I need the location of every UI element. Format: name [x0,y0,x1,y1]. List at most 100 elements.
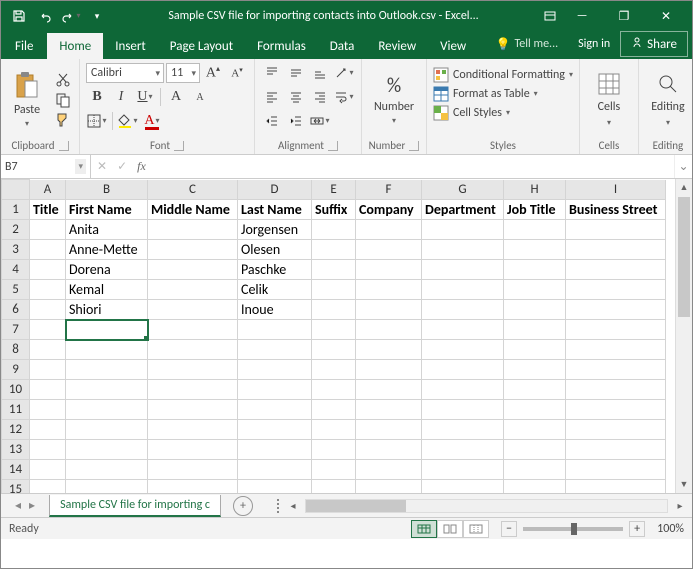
cell-B11[interactable] [66,400,148,420]
cell-F6[interactable] [356,300,422,320]
cell-A4[interactable] [30,260,66,280]
cell-D8[interactable] [238,340,312,360]
cut-button[interactable] [55,72,73,88]
cell-I12[interactable] [566,420,666,440]
cell-D9[interactable] [238,360,312,380]
cell-I8[interactable] [566,340,666,360]
horizontal-scrollbar[interactable]: ◂ ▸ [273,499,692,513]
cell-D14[interactable] [238,460,312,480]
cell-A15[interactable] [30,480,66,494]
cell-C6[interactable] [148,300,238,320]
sheet-nav-prev[interactable]: ◂ [15,498,21,513]
cell-F10[interactable] [356,380,422,400]
cell-C11[interactable] [148,400,238,420]
align-center-button[interactable] [285,87,307,107]
cell-B9[interactable] [66,360,148,380]
cell-H6[interactable] [504,300,566,320]
undo-icon[interactable] [33,5,57,27]
cell-F5[interactable] [356,280,422,300]
cell-I1[interactable]: Business Street [566,200,666,220]
cell-B8[interactable] [66,340,148,360]
cell-B15[interactable] [66,480,148,494]
cell-D5[interactable]: Celik [238,280,312,300]
cell-E13[interactable] [312,440,356,460]
cell-H11[interactable] [504,400,566,420]
column-header-A[interactable]: A [30,180,66,200]
row-header-15[interactable]: 15 [2,480,30,494]
number-launcher[interactable] [409,141,419,151]
row-header-8[interactable]: 8 [2,340,30,360]
tab-split-handle[interactable] [277,499,281,513]
cell-H1[interactable]: Job Title [504,200,566,220]
cell-F4[interactable] [356,260,422,280]
normal-view-button[interactable] [411,520,437,538]
font-launcher[interactable] [174,141,184,151]
conditional-formatting-button[interactable]: Conditional Formatting▾ [433,67,573,83]
vscroll-thumb[interactable] [678,197,690,317]
clipboard-launcher[interactable] [59,141,69,151]
restore-button[interactable]: ❐ [604,3,644,29]
cell-F14[interactable] [356,460,422,480]
cell-G8[interactable] [422,340,504,360]
tab-formulas[interactable]: Formulas [245,33,318,59]
row-header-11[interactable]: 11 [2,400,30,420]
cell-F8[interactable] [356,340,422,360]
decrease-font-alt[interactable]: A [189,87,211,107]
cell-H9[interactable] [504,360,566,380]
cell-A11[interactable] [30,400,66,420]
cell-A9[interactable] [30,360,66,380]
decrease-font-button[interactable]: A▾ [226,63,248,83]
number-text[interactable]: Number [374,100,414,114]
hscroll-thumb[interactable] [306,500,406,512]
cell-A8[interactable] [30,340,66,360]
zoom-level[interactable]: 100% [657,522,684,536]
cell-F9[interactable] [356,360,422,380]
column-header-H[interactable]: H [504,180,566,200]
vertical-scrollbar[interactable]: ▲ ▼ [675,179,692,493]
ribbon-options-icon[interactable] [538,5,562,27]
cell-I14[interactable] [566,460,666,480]
cancel-formula-button[interactable]: ✕ [97,159,107,174]
cell-E4[interactable] [312,260,356,280]
close-button[interactable]: ✕ [646,3,686,29]
cell-I6[interactable] [566,300,666,320]
cell-G4[interactable] [422,260,504,280]
cell-B6[interactable]: Shiori [66,300,148,320]
cell-H7[interactable] [504,320,566,340]
align-top-button[interactable] [261,63,283,83]
cell-G9[interactable] [422,360,504,380]
tab-review[interactable]: Review [366,33,428,59]
cell-H5[interactable] [504,280,566,300]
align-left-button[interactable] [261,87,283,107]
cell-C1[interactable]: Middle Name [148,200,238,220]
cell-F2[interactable] [356,220,422,240]
cell-E2[interactable] [312,220,356,240]
sign-in-link[interactable]: Sign in [568,37,620,51]
row-header-5[interactable]: 5 [2,280,30,300]
cell-A2[interactable] [30,220,66,240]
zoom-in-button[interactable]: + [629,521,645,537]
cell-H10[interactable] [504,380,566,400]
tab-view[interactable]: View [428,33,478,59]
cell-C9[interactable] [148,360,238,380]
italic-button[interactable]: I [110,87,132,107]
font-size-select[interactable]: 11 [166,63,200,83]
cell-G15[interactable] [422,480,504,494]
cell-H15[interactable] [504,480,566,494]
cell-E1[interactable]: Suffix [312,200,356,220]
select-all-corner[interactable] [2,180,30,200]
cell-E8[interactable] [312,340,356,360]
cell-F1[interactable]: Company [356,200,422,220]
cell-E6[interactable] [312,300,356,320]
cell-A10[interactable] [30,380,66,400]
bold-button[interactable]: B [86,87,108,107]
cell-H8[interactable] [504,340,566,360]
cell-D10[interactable] [238,380,312,400]
row-header-9[interactable]: 9 [2,360,30,380]
cells-button[interactable]: Cells ▾ [586,63,632,137]
percent-icon[interactable]: % [387,74,401,98]
cell-D13[interactable] [238,440,312,460]
column-header-I[interactable]: I [566,180,666,200]
cell-F15[interactable] [356,480,422,494]
increase-font-button[interactable]: A▴ [202,63,224,83]
